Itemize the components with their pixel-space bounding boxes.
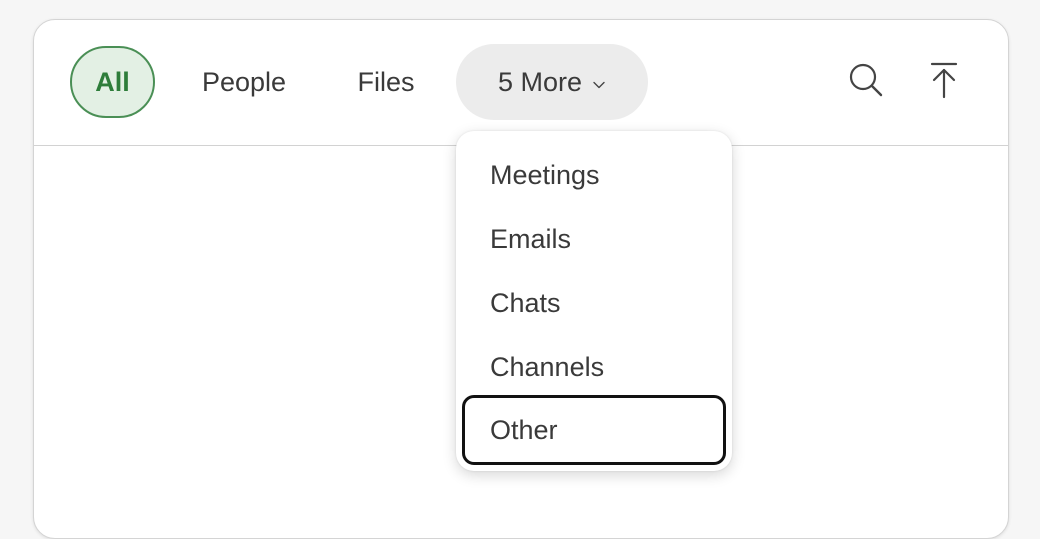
more-filters-menu: Meetings Emails Chats Channels Other [456,131,732,471]
menu-item-channels[interactable]: Channels [462,335,726,399]
menu-item-label: Channels [490,351,605,382]
search-icon [848,62,884,103]
filter-chip-more-dropdown[interactable]: 5 More [456,44,648,120]
scroll-to-top-button[interactable] [922,60,966,104]
menu-item-label: Meetings [490,159,600,190]
filter-chip-all[interactable]: All [70,46,155,118]
filter-chip-people[interactable]: People [194,44,294,120]
filter-chip-people-label: People [201,66,287,97]
filter-chip-files-label: Files [357,66,415,97]
menu-item-label: Chats [490,287,561,318]
menu-item-chats[interactable]: Chats [462,271,726,335]
menu-item-meetings[interactable]: Meetings [462,143,726,207]
filter-chip-more-label: 5 More [497,66,583,97]
chevron-down-icon [592,78,606,92]
menu-item-label: Other [490,414,558,445]
filter-toolbar: All People Files 5 More [34,20,1008,146]
search-button[interactable] [844,60,888,104]
menu-item-label: Emails [490,223,572,254]
arrow-up-to-line-icon [929,61,959,104]
menu-item-emails[interactable]: Emails [462,207,726,271]
menu-item-other[interactable]: Other [462,395,726,465]
filter-chip-all-label: All [95,66,130,97]
filter-chip-files[interactable]: Files [348,44,424,120]
